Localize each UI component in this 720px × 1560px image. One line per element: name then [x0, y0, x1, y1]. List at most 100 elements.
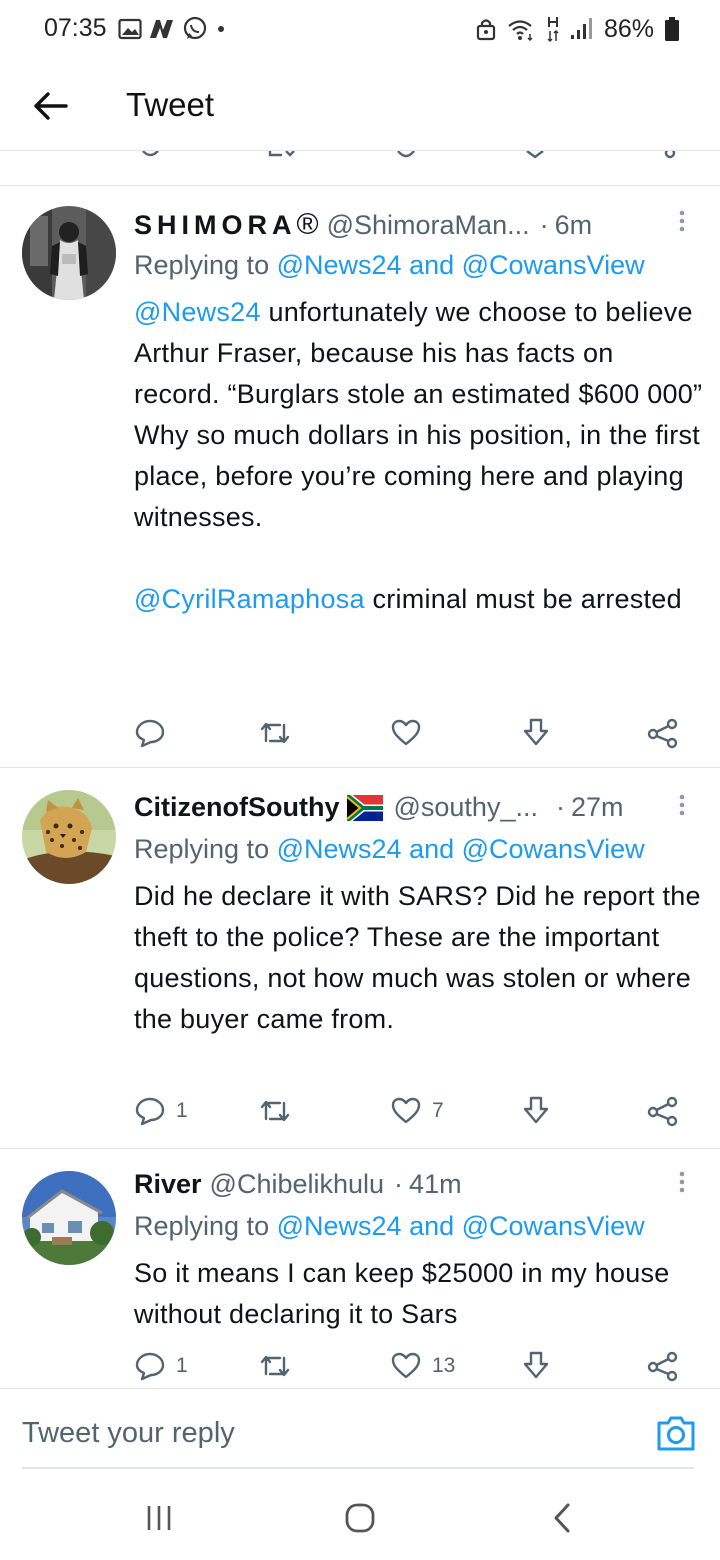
- separator-dot: ·: [555, 792, 565, 822]
- avatar[interactable]: [22, 1171, 116, 1265]
- display-name[interactable]: River: [134, 1169, 202, 1200]
- cut-off-icons: [142, 151, 676, 159]
- notification-icons: [118, 16, 228, 42]
- replying-prefix: Replying to: [134, 1211, 270, 1241]
- home-icon[interactable]: [344, 1502, 376, 1534]
- system-navigation-bar: [0, 1470, 720, 1560]
- avatar[interactable]: [22, 206, 116, 300]
- tweet-header: SHIMORA ® @ShimoraMan... · 6m: [134, 208, 692, 242]
- battery-icon: [665, 17, 679, 41]
- page-title: Tweet: [126, 86, 215, 123]
- tweet-text: So it means I can keep $25000 in my hous…: [134, 1258, 670, 1329]
- avatar-photo: [22, 206, 116, 300]
- display-name[interactable]: CitizenofSouthy: [134, 792, 339, 823]
- status-time: 07:35: [44, 14, 107, 42]
- more-options-icon[interactable]: [672, 792, 692, 826]
- more-options-icon[interactable]: [672, 208, 692, 242]
- tweet-card[interactable]: SHIMORA ® @ShimoraMan... · 6m Replying t…: [0, 184, 720, 768]
- heart-icon: [391, 1352, 421, 1379]
- tweet-time[interactable]: 6m: [555, 210, 593, 241]
- reply-icon: [135, 1352, 165, 1381]
- tweet-paragraph: @CyrilRamaphosa criminal must be arreste…: [134, 579, 704, 620]
- display-name[interactable]: SHIMORA: [134, 210, 297, 241]
- back-arrow-icon[interactable]: [30, 86, 70, 126]
- retweet-button[interactable]: [258, 1349, 292, 1383]
- gallery-icon: [118, 18, 142, 40]
- battery-percent: 86%: [603, 14, 654, 43]
- share-icon: [647, 718, 678, 749]
- reply-button[interactable]: [134, 716, 176, 750]
- separator-dot: ·: [539, 209, 549, 240]
- tweet-text: @News24 unfortunately we choose to belie…: [134, 292, 704, 620]
- like-button[interactable]: 13: [390, 1349, 455, 1383]
- system-icons: 86%: [476, 14, 680, 44]
- heart-icon: [391, 1097, 421, 1124]
- bookmark-download-button[interactable]: [520, 716, 552, 750]
- mention-link[interactable]: @CyrilRamaphosa: [134, 584, 365, 614]
- replying-to-mentions[interactable]: @News24 and @CowansView: [277, 1211, 645, 1241]
- share-button[interactable]: [646, 1349, 680, 1383]
- app-header: Tweet: [0, 62, 720, 150]
- tweet-actions: 1 7: [134, 1094, 694, 1128]
- like-button[interactable]: 7: [390, 1094, 444, 1128]
- like-button[interactable]: [390, 716, 432, 750]
- replying-prefix: Replying to: [134, 250, 270, 280]
- reply-input[interactable]: Tweet your reply: [22, 1417, 235, 1450]
- retweet-icon: [260, 1355, 290, 1377]
- avatar[interactable]: [22, 790, 116, 884]
- south-africa-flag-icon: [347, 794, 384, 821]
- signal-icon: [570, 18, 592, 39]
- network-h-icon: [547, 17, 559, 43]
- replying-to: Replying to @News24 and @CowansView: [134, 834, 645, 865]
- avatar-photo: [22, 790, 116, 884]
- replying-to-mentions[interactable]: @News24 and @CowansView: [277, 834, 645, 864]
- tweet-paragraph: @News24 unfortunately we choose to belie…: [134, 292, 704, 538]
- reply-icon: [135, 719, 165, 748]
- camera-icon[interactable]: [656, 1413, 696, 1453]
- tweet-card[interactable]: River @Chibelikhulu · 41m Replying to @N…: [0, 1149, 720, 1387]
- notification-dot-icon: [218, 26, 224, 32]
- bookmark-download-button[interactable]: [520, 1349, 552, 1383]
- share-button[interactable]: [646, 1094, 680, 1128]
- share-icon: [647, 1096, 678, 1127]
- retweet-button[interactable]: [258, 1094, 292, 1128]
- tweet-time[interactable]: 27m: [571, 792, 624, 823]
- retweet-button[interactable]: [258, 716, 292, 750]
- user-handle[interactable]: @southy_...: [393, 792, 537, 823]
- reply-button[interactable]: 1: [134, 1349, 188, 1383]
- recent-apps-icon[interactable]: [144, 1503, 174, 1533]
- replying-to-mentions[interactable]: @News24 and @CowansView: [277, 250, 645, 280]
- replying-to: Replying to @News24 and @CowansView: [134, 1211, 645, 1242]
- tweet-card[interactable]: CitizenofSouthy @southy_... · 27m Replyi…: [0, 768, 720, 1149]
- tweet-time[interactable]: 41m: [409, 1169, 462, 1200]
- heart-icon: [391, 719, 421, 746]
- retweet-icon: [260, 722, 290, 744]
- tweet-actions: 1 13: [134, 1349, 694, 1383]
- reply-button[interactable]: 1: [134, 1094, 188, 1128]
- lock-icon: [476, 19, 496, 41]
- back-nav-icon[interactable]: [552, 1502, 574, 1534]
- separator-dot: ·: [394, 1169, 404, 1199]
- news-app-icon: [150, 20, 173, 38]
- share-button[interactable]: [646, 716, 680, 750]
- tweet-paragraph-text: criminal must be arrested: [364, 584, 682, 614]
- previous-tweet-actions-fragment: [0, 150, 720, 186]
- like-count: 7: [432, 1099, 444, 1122]
- tweet-text: Did he declare it with SARS? Did he repo…: [134, 881, 701, 1034]
- user-handle[interactable]: @ShimoraMan...: [327, 210, 530, 241]
- download-icon: [523, 1351, 549, 1379]
- mention-link[interactable]: @News24: [134, 297, 261, 327]
- tweet-actions: [134, 716, 694, 750]
- share-icon: [647, 1351, 678, 1382]
- download-icon: [523, 1096, 549, 1124]
- like-count: 13: [432, 1354, 456, 1377]
- user-handle[interactable]: @Chibelikhulu: [210, 1169, 385, 1200]
- replying-to: Replying to @News24 and @CowansView: [134, 250, 645, 281]
- bookmark-download-button[interactable]: [520, 1094, 552, 1128]
- retweet-icon: [260, 1100, 290, 1122]
- reply-input-underline: [22, 1467, 694, 1469]
- more-options-icon[interactable]: [672, 1169, 692, 1203]
- reply-composer[interactable]: Tweet your reply: [0, 1388, 720, 1471]
- tweet-paragraph-text: unfortunately we choose to believe Arthu…: [134, 297, 703, 532]
- download-icon: [523, 718, 549, 746]
